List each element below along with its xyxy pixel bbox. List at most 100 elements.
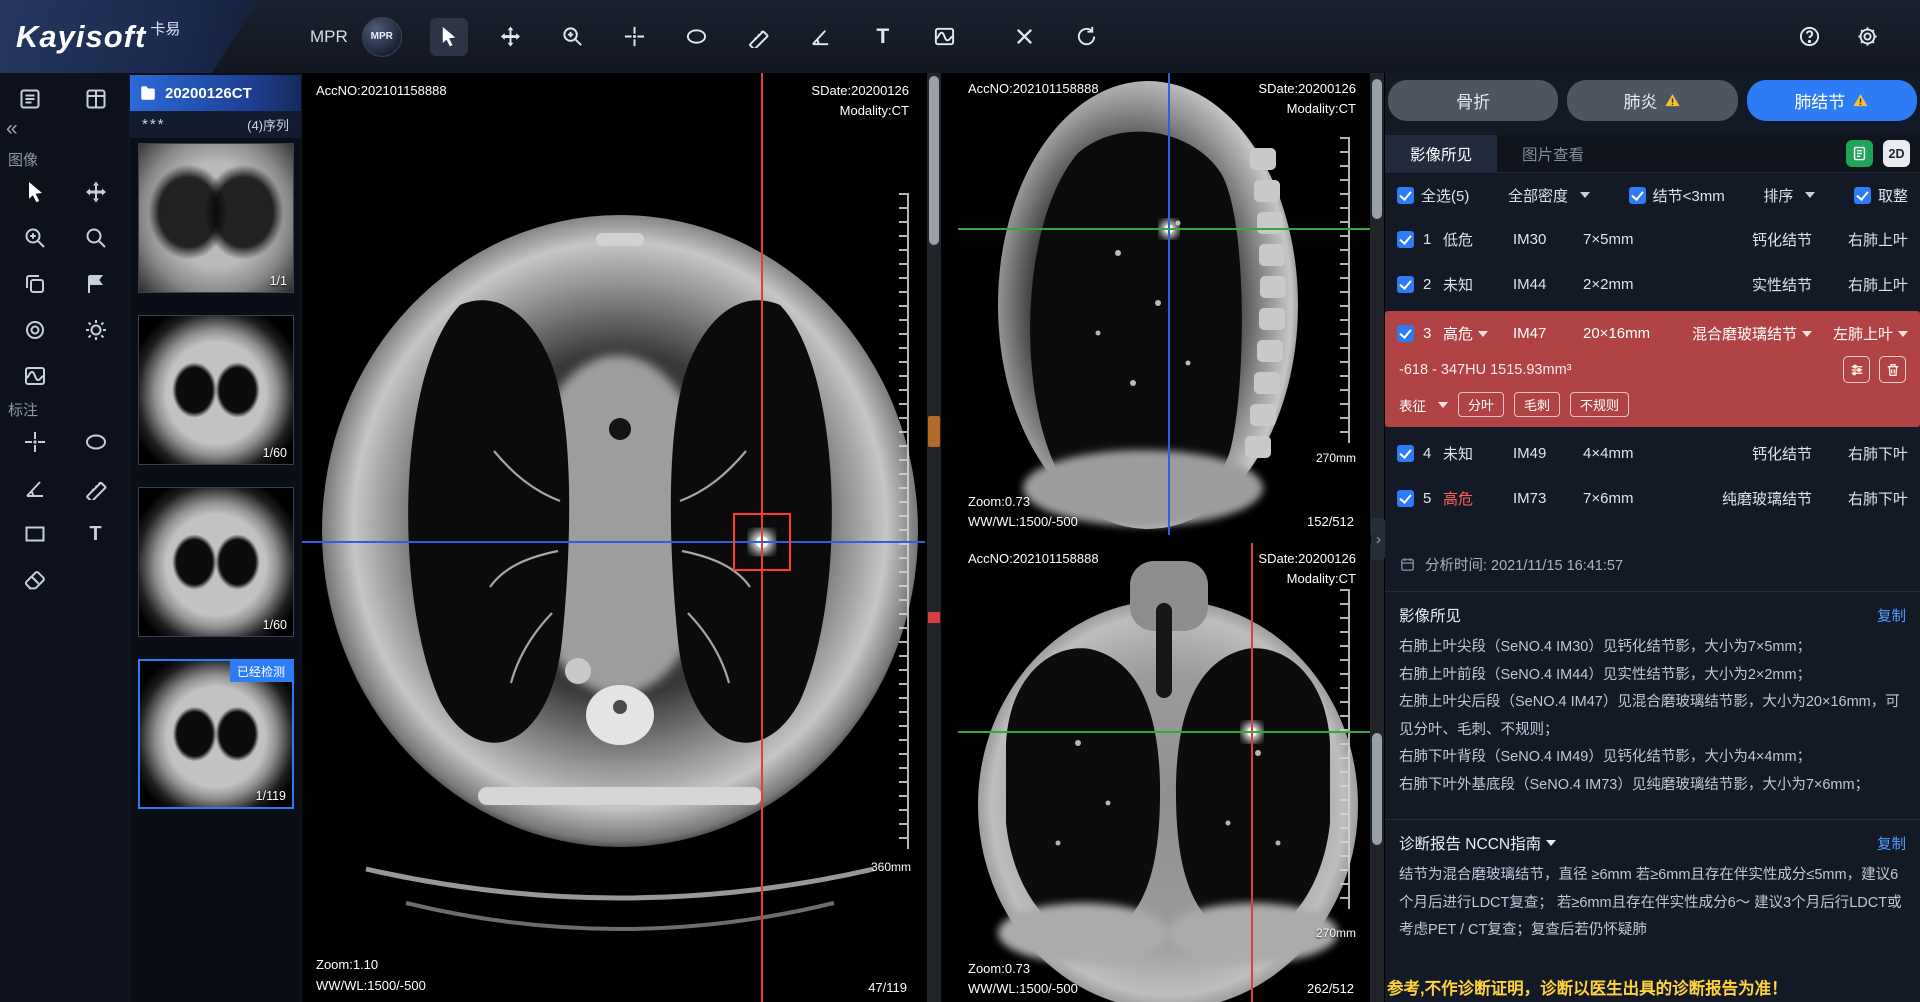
coronal-scroll-handle[interactable] [1372, 733, 1382, 845]
text-annotation-button[interactable]: T [78, 516, 114, 552]
round-filter[interactable]: 取整 [1854, 185, 1908, 206]
feature-chip[interactable]: 分叶 [1458, 392, 1504, 417]
scale-ruler [899, 193, 909, 849]
copy-report-button[interactable]: 复制 [1877, 833, 1906, 854]
nodule-checkbox[interactable] [1397, 490, 1414, 507]
nodule-checkbox[interactable] [1397, 325, 1414, 342]
series-header[interactable]: 20200126CT [130, 75, 301, 111]
nodule-risk-dropdown[interactable]: 高危 [1443, 323, 1513, 344]
small-nodule-checkbox[interactable] [1629, 187, 1646, 204]
copy-tool-button-side[interactable] [17, 266, 53, 302]
brightness-tool-button-side[interactable] [78, 312, 114, 348]
sagittal-scroll-handle[interactable] [1372, 79, 1382, 219]
crosshair-tool-button[interactable] [616, 18, 654, 56]
axial-scroll-handle[interactable] [929, 76, 939, 245]
eraser-annotation-button[interactable] [17, 562, 53, 598]
features-dropdown[interactable]: 表征 [1399, 395, 1448, 415]
nodule-checkbox[interactable] [1397, 231, 1414, 248]
viewport-axial[interactable]: AccNO:202101158888 SDate:20200126 Modali… [302, 73, 925, 1002]
ellipse-tool-button[interactable] [678, 18, 716, 56]
axial-scrollbar[interactable] [927, 73, 941, 1002]
nodule-location-dropdown[interactable]: 左肺上叶 [1812, 323, 1908, 344]
lung-nodule-mode-button[interactable]: 肺结节 [1747, 80, 1917, 121]
reset-button[interactable] [1068, 18, 1106, 56]
tab-findings[interactable]: 影像所见 [1385, 135, 1497, 172]
feature-chip[interactable]: 毛刺 [1514, 392, 1560, 417]
select-all-checkbox[interactable] [1397, 187, 1414, 204]
mpr-toggle-button[interactable]: MPR [362, 17, 402, 57]
nodule-type-dropdown[interactable]: 混合磨玻璃结节 [1687, 323, 1812, 344]
sort-dropdown[interactable]: 排序 [1763, 185, 1815, 206]
text-tool-button[interactable]: T [864, 18, 902, 56]
cursor-tool-button-side[interactable] [17, 174, 53, 210]
small-nodule-filter[interactable]: 结节<3mm [1629, 185, 1725, 206]
sagittal-scrollbar[interactable] [1370, 73, 1384, 535]
flag-tool-button-side[interactable] [78, 266, 114, 302]
coronal-scrollbar[interactable] [1370, 543, 1384, 1002]
ruler-annotation-button[interactable] [78, 470, 114, 506]
select-all-filter[interactable]: 全选(5) [1397, 185, 1469, 206]
nodule-row-4[interactable]: 4 未知 IM49 4×4mm 钙化结节 右肺下叶 [1385, 431, 1920, 476]
ruler-tool-button[interactable] [740, 18, 778, 56]
rectangle-annotation-button[interactable] [17, 516, 53, 552]
viewport-sagittal[interactable]: AccNO:202101158888 SDate:20200126 Modali… [958, 73, 1370, 535]
point-annotation-button[interactable] [17, 424, 53, 460]
analysis-time: 分析时间: 2021/11/15 16:41:57 [1425, 554, 1623, 575]
clear-annotations-button[interactable] [1006, 18, 1044, 56]
angle-tool-button[interactable] [802, 18, 840, 56]
feature-chip[interactable]: 不规则 [1570, 392, 1629, 417]
crosshair-horizontal-blue[interactable] [302, 541, 925, 543]
pan-tool-button-side[interactable] [78, 174, 114, 210]
grid-layout-button[interactable] [78, 81, 114, 117]
ellipse-annotation-button[interactable] [78, 424, 114, 460]
zoom-tool-button[interactable] [554, 18, 592, 56]
nodule-roi-box[interactable] [733, 513, 791, 571]
thumbnail-ct-active[interactable]: 已经检测 1/119 [138, 659, 294, 809]
panel-expander-button[interactable]: › [1371, 518, 1386, 560]
crosshair-horizontal-green[interactable] [958, 731, 1370, 733]
invert-tool-button-side[interactable] [17, 312, 53, 348]
copy-findings-button[interactable]: 复制 [1877, 605, 1906, 626]
axial-nodule-marker-orange[interactable] [928, 416, 940, 447]
thumbnail-ct-2[interactable]: 1/60 [138, 487, 294, 637]
thumbnail-ct-1[interactable]: 1/60 [138, 315, 294, 465]
magnify-tool-button-side[interactable] [78, 220, 114, 256]
tab-image-view[interactable]: 图片查看 [1497, 135, 1609, 172]
crosshair-horizontal-green[interactable] [958, 228, 1370, 230]
cursor-tool-button[interactable] [430, 18, 468, 56]
viewport-coronal[interactable]: AccNO:202101158888 SDate:20200126 Modali… [958, 543, 1370, 1002]
nodule-size: 4×4mm [1583, 445, 1687, 462]
nodule-row-3-head[interactable]: 3 高危 IM47 20×16mm 混合磨玻璃结节 左肺上叶 [1385, 311, 1920, 356]
fracture-mode-button[interactable]: 骨折 [1388, 80, 1558, 121]
density-filter-dropdown[interactable]: 全部密度 [1508, 185, 1590, 206]
crosshair-vertical-red[interactable] [1251, 543, 1253, 1002]
help-button[interactable] [1790, 18, 1828, 56]
nodule-row-1[interactable]: 1 低危 IM30 7×5mm 钙化结节 右肺上叶 [1385, 217, 1920, 262]
adjust-icon-button[interactable] [1843, 356, 1870, 383]
report-title[interactable]: 诊断报告 NCCN指南 [1399, 832, 1556, 854]
pneumonia-mode-button[interactable]: 肺炎 [1567, 80, 1737, 121]
nodule-row-2[interactable]: 2 未知 IM44 2×2mm 实性结节 右肺上叶 [1385, 262, 1920, 307]
nodule-row-3-selected[interactable]: 3 高危 IM47 20×16mm 混合磨玻璃结节 左肺上叶 -618 - 34… [1385, 311, 1920, 427]
pan-tool-button[interactable] [492, 18, 530, 56]
cursor-icon [437, 25, 460, 48]
thumbnail-xray[interactable]: 1/1 [138, 143, 294, 293]
nodule-checkbox[interactable] [1397, 276, 1414, 293]
annotation-tools-grid: T [4, 419, 126, 603]
window-level-tool-button[interactable] [926, 18, 964, 56]
report-icon-button[interactable] [1846, 140, 1873, 167]
collapse-sidebar-button[interactable]: « [6, 117, 18, 141]
settings-button[interactable] [1848, 18, 1886, 56]
crosshair-vertical-blue[interactable] [1168, 73, 1170, 535]
report-layout-button[interactable] [12, 81, 48, 117]
nodule-row-5[interactable]: 5 高危 IM73 7×6mm 纯磨玻璃结节 右肺下叶 [1385, 476, 1920, 521]
window-level-tool-button-side[interactable] [17, 358, 53, 394]
sagittal-ct-image [958, 73, 1370, 535]
delete-icon-button[interactable] [1879, 356, 1906, 383]
angle-annotation-button[interactable] [17, 470, 53, 506]
view-2d-button[interactable]: 2D [1883, 140, 1910, 167]
zoom-in-tool-button-side[interactable] [17, 220, 53, 256]
axial-nodule-marker-red[interactable] [928, 612, 940, 623]
round-checkbox[interactable] [1854, 187, 1871, 204]
nodule-checkbox[interactable] [1397, 445, 1414, 462]
